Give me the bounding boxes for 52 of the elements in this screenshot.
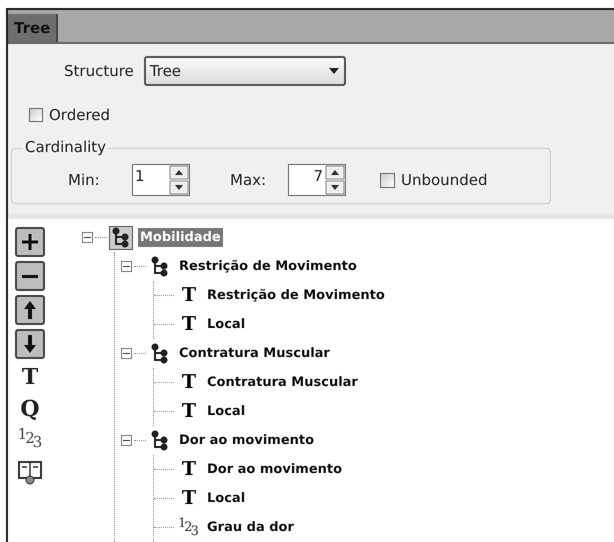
structure-label: Structure [64, 60, 134, 82]
min-label: Min: [68, 170, 101, 191]
unbounded-label: Unbounded [401, 170, 488, 191]
add-item-button[interactable]: Q [20, 395, 40, 423]
min-spinbox[interactable]: 1 [132, 164, 190, 196]
collapse-toggle[interactable] [82, 232, 93, 243]
structure-dropdown[interactable]: Tree [144, 56, 346, 86]
max-spinbox[interactable]: 7 [288, 164, 346, 196]
add-number-button[interactable]: 123 [18, 427, 42, 455]
tree-item[interactable]: Local [205, 314, 248, 334]
text-field-icon: T [178, 460, 200, 479]
tree-item[interactable]: Mobilidade [138, 228, 223, 248]
unbounded-checkbox[interactable] [380, 172, 395, 188]
spin-arrows-icon[interactable] [325, 165, 345, 195]
text-field-icon: T [178, 373, 200, 392]
add-item-button[interactable]: T [22, 363, 38, 391]
spin-arrows-icon[interactable] [169, 165, 189, 195]
minus-icon [123, 263, 130, 270]
collapse-toggle[interactable] [121, 348, 132, 359]
move-down-button[interactable] [15, 329, 45, 359]
tree-item[interactable]: Dor ao movimento [205, 460, 344, 480]
tree-item[interactable]: Local [205, 488, 248, 508]
plus-icon [22, 234, 38, 250]
minus-icon [123, 437, 130, 444]
tree-item[interactable]: Contratura Muscular [177, 344, 332, 364]
text-field-icon: T [178, 286, 200, 305]
number-field-icon: 123 [178, 517, 200, 538]
arrow-up-icon [24, 301, 36, 319]
tree-item[interactable]: Restrição de Movimento [205, 286, 387, 306]
minus-icon [22, 274, 38, 278]
max-label: Max: [230, 170, 268, 191]
tree-item[interactable]: Local [205, 402, 248, 422]
dropdown-caret-icon [328, 67, 340, 75]
text-field-icon: T [178, 315, 200, 334]
arrow-down-icon [24, 335, 36, 353]
ordered-label: Ordered [49, 105, 110, 126]
tree-item[interactable]: Dor ao movimento [177, 430, 316, 450]
minus-icon [84, 234, 91, 241]
tree-structure-icon [109, 226, 133, 250]
tree-tab[interactable]: Tree [8, 14, 58, 42]
tree-item[interactable]: Grau da dor [205, 518, 296, 538]
tree-item[interactable]: Contratura Muscular [205, 372, 360, 392]
add-button[interactable] [15, 227, 45, 257]
tree-item[interactable]: Restrição de Movimento [177, 256, 359, 276]
text-field-icon: T [178, 489, 200, 508]
collapse-toggle[interactable] [121, 435, 132, 446]
collapse-toggle[interactable] [121, 261, 132, 272]
ordered-checkbox[interactable] [29, 108, 43, 122]
move-up-button[interactable] [15, 295, 45, 325]
text-field-icon: T [178, 402, 200, 421]
minus-icon [123, 350, 130, 357]
remove-button[interactable] [15, 261, 45, 291]
